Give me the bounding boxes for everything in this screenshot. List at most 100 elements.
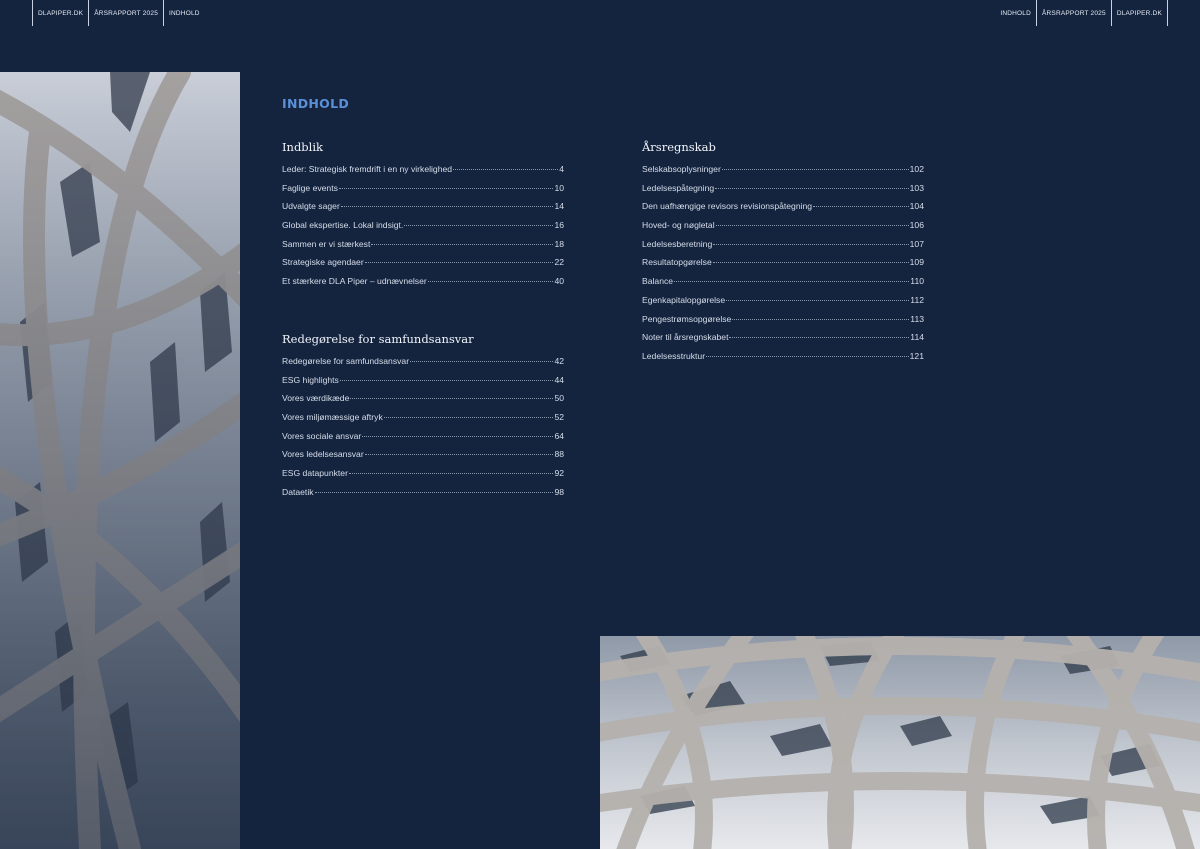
nav-link-contents[interactable]: INDHOLD bbox=[995, 0, 1037, 26]
dot-leader bbox=[427, 281, 554, 283]
nav-link-annual-report[interactable]: ÅRSRAPPORT 2025 bbox=[88, 0, 163, 26]
toc-entry-title: Dataetik bbox=[282, 486, 314, 497]
toc-entry[interactable]: Ledelsespåtegning 103 bbox=[642, 183, 924, 202]
toc-entry[interactable]: Pengestrømsopgørelse 113 bbox=[642, 314, 924, 333]
toc-section-samfundsansvar: Redegørelse for samfundsansvar Redegørel… bbox=[282, 332, 564, 506]
toc-entry[interactable]: Vores sociale ansvar 64 bbox=[282, 431, 564, 450]
toc-entry-page: 102 bbox=[909, 164, 924, 174]
dot-leader bbox=[314, 491, 554, 493]
toc-entry[interactable]: Et stærkere DLA Piper – udnævnelser 40 bbox=[282, 276, 564, 295]
toc-entry-title: Noter til årsregnskabet bbox=[642, 332, 729, 343]
dot-leader bbox=[404, 225, 554, 227]
toc-entry-page: 92 bbox=[554, 468, 564, 479]
toc-entry-page: 10 bbox=[554, 182, 564, 193]
toc-entry[interactable]: Egenkapitalopgørelse 112 bbox=[642, 295, 924, 314]
dot-leader bbox=[364, 454, 554, 456]
toc-entry-title: Ledelsesberetning bbox=[642, 238, 713, 249]
dot-leader bbox=[339, 379, 554, 381]
dot-leader bbox=[371, 243, 554, 245]
toc-entry-title: Den uafhængige revisors revisionspåtegni… bbox=[642, 201, 813, 212]
toc-entry[interactable]: ESG highlights 44 bbox=[282, 375, 564, 394]
toc-entry[interactable]: ESG datapunkter 92 bbox=[282, 468, 564, 487]
toc-entry-title: Pengestrømsopgørelse bbox=[642, 313, 732, 324]
toc-entry-page: 22 bbox=[554, 257, 564, 268]
dot-leader bbox=[453, 169, 559, 170]
nav-link-annual-report[interactable]: ÅRSRAPPORT 2025 bbox=[1037, 0, 1112, 26]
toc-entry-title: Vores miljømæssige aftryk bbox=[282, 412, 383, 423]
toc-entry[interactable]: Sammen er vi stærkest 18 bbox=[282, 239, 564, 258]
dot-leader bbox=[715, 225, 909, 227]
toc-entry[interactable]: Selskabsoplysninger 102 bbox=[642, 164, 924, 183]
toc-entry-page: 104 bbox=[909, 201, 924, 212]
toc-entry-page: 103 bbox=[909, 182, 924, 193]
architecture-photo-bottom bbox=[600, 636, 1200, 849]
toc-entry-title: Strategiske agendaer bbox=[282, 257, 364, 268]
dot-leader bbox=[383, 417, 554, 419]
dot-leader bbox=[706, 355, 909, 357]
toc-entry-title: Selskabsoplysninger bbox=[642, 164, 721, 174]
toc-entry[interactable]: Redegørelse for samfundsansvar 42 bbox=[282, 356, 564, 375]
toc-list: Redegørelse for samfundsansvar 42 ESG high… bbox=[282, 356, 564, 506]
toc-entry-title: ESG highlights bbox=[282, 374, 339, 385]
toc-entry-page: 109 bbox=[909, 257, 924, 268]
toc-entry[interactable]: Resultatopgørelse 109 bbox=[642, 257, 924, 276]
toc-section-aarsregnskab: Årsregnskab Selskabsoplysninger 102 Ledels… bbox=[642, 140, 924, 370]
toc-entry[interactable]: Leder: Strategisk fremdrift i en ny virk… bbox=[282, 164, 564, 183]
nav-link-website[interactable]: DLAPIPER.DK bbox=[1112, 0, 1168, 26]
toc-entry-page: 40 bbox=[554, 276, 564, 287]
toc-entry-page: 4 bbox=[559, 164, 564, 174]
toc-section-title: Indblik bbox=[282, 140, 323, 154]
toc-list: Leder: Strategisk fremdrift i en ny virk… bbox=[282, 164, 564, 295]
toc-entry-page: 110 bbox=[910, 276, 924, 287]
page-title: INDHOLD bbox=[282, 96, 350, 111]
toc-entry[interactable]: Balance 110 bbox=[642, 276, 924, 295]
toc-entry[interactable]: Ledelsesberetning 107 bbox=[642, 239, 924, 258]
toc-section-title: Årsregnskab bbox=[642, 140, 716, 154]
dot-leader bbox=[410, 361, 554, 362]
toc-section-title: Redegørelse for samfundsansvar bbox=[282, 332, 474, 346]
toc-entry-page: 114 bbox=[910, 332, 924, 343]
toc-entry[interactable]: Vores ledelsesansvar 88 bbox=[282, 449, 564, 468]
dot-leader bbox=[726, 299, 910, 301]
toc-entry-page: 113 bbox=[910, 313, 924, 324]
toc-entry-page: 52 bbox=[554, 412, 564, 423]
dot-leader bbox=[721, 169, 909, 170]
toc-entry-title: Hoved- og nøgletal bbox=[642, 220, 715, 231]
toc-entry-page: 107 bbox=[909, 238, 924, 249]
toc-entry[interactable]: Hoved- og nøgletal 106 bbox=[642, 220, 924, 239]
toc-entry-title: Udvalgte sager bbox=[282, 201, 340, 212]
dot-leader bbox=[338, 187, 554, 189]
nav-link-contents[interactable]: INDHOLD bbox=[163, 0, 205, 26]
dot-leader bbox=[712, 262, 909, 264]
toc-entry-title: Global ekspertise. Lokal indsigt. bbox=[282, 220, 404, 231]
toc-section-indblik: Indblik Leder: Strategisk fremdrift i en… bbox=[282, 140, 564, 295]
top-nav-right: INDHOLD ÅRSRAPPORT 2025 DLAPIPER.DK bbox=[995, 0, 1168, 26]
toc-entry[interactable]: Dataetik 98 bbox=[282, 487, 564, 506]
toc-entry[interactable]: Global ekspertise. Lokal indsigt. 16 bbox=[282, 220, 564, 239]
toc-entry-title: Vores ledelsesansvar bbox=[282, 449, 364, 460]
toc-entry-title: Vores værdikæde bbox=[282, 393, 350, 404]
toc-entry[interactable]: Ledelsesstruktur 121 bbox=[642, 351, 924, 370]
toc-entry-page: 121 bbox=[909, 350, 924, 361]
toc-entry[interactable]: Noter til årsregnskabet 114 bbox=[642, 332, 924, 351]
nav-link-website[interactable]: DLAPIPER.DK bbox=[32, 0, 88, 26]
toc-entry-title: Vores sociale ansvar bbox=[282, 430, 362, 441]
dot-leader bbox=[340, 206, 554, 208]
toc-entry-title: ESG datapunkter bbox=[282, 468, 348, 479]
toc-entry-page: 106 bbox=[909, 220, 924, 231]
toc-entry-page: 112 bbox=[910, 294, 924, 305]
toc-entry[interactable]: Vores miljømæssige aftryk 52 bbox=[282, 412, 564, 431]
toc-entry[interactable]: Vores værdikæde 50 bbox=[282, 393, 564, 412]
toc-list: Selskabsoplysninger 102 Ledelsespåtegning 1… bbox=[642, 164, 924, 370]
toc-entry[interactable]: Den uafhængige revisors revisionspåtegni… bbox=[642, 201, 924, 220]
toc-entry-title: Et stærkere DLA Piper – udnævnelser bbox=[282, 276, 427, 287]
toc-entry[interactable]: Udvalgte sager 14 bbox=[282, 201, 564, 220]
dot-leader bbox=[362, 435, 554, 437]
dot-leader bbox=[732, 318, 910, 320]
toc-entry-title: Egenkapitalopgørelse bbox=[642, 294, 726, 305]
toc-entry[interactable]: Faglige events 10 bbox=[282, 183, 564, 202]
toc-entry-page: 50 bbox=[554, 393, 564, 404]
dot-leader bbox=[348, 473, 554, 475]
toc-entry[interactable]: Strategiske agendaer 22 bbox=[282, 257, 564, 276]
toc-entry-title: Resultatopgørelse bbox=[642, 257, 712, 268]
